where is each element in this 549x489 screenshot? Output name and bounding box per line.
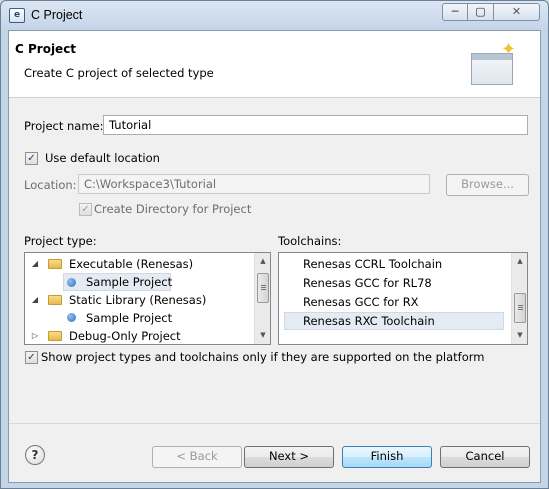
banner-title: C Project: [15, 42, 77, 56]
tree-item-label: Executable (Renesas): [69, 257, 194, 271]
toolchain-label: Renesas RXC Toolchain: [303, 314, 435, 328]
next-button[interactable]: Next >: [244, 446, 334, 468]
toolchain-item[interactable]: Renesas GCC for RL78: [283, 274, 503, 292]
folder-icon: [48, 331, 62, 341]
footer-divider: [9, 423, 540, 424]
eclipse-c-icon: e: [9, 8, 25, 23]
project-item-icon: [67, 278, 76, 287]
show-supported-label: Show project types and toolchains only i…: [41, 350, 485, 364]
tree-item-label: Static Library (Renesas): [69, 293, 207, 307]
location-label: Location:: [24, 178, 77, 192]
toolchain-item[interactable]: Renesas CCRL Toolchain: [283, 255, 503, 273]
tree-item-label: Sample Project: [86, 311, 173, 325]
toolchain-label: Renesas GCC for RX: [303, 295, 419, 309]
minimize-button[interactable]: ─: [442, 3, 468, 21]
scroll-down-arrow[interactable]: ▼: [255, 327, 270, 343]
scroll-up-arrow[interactable]: ▲: [255, 253, 270, 269]
expanded-arrow-icon[interactable]: ◢: [30, 255, 40, 273]
toolchains-list[interactable]: Renesas CCRL Toolchain Renesas GCC for R…: [278, 252, 528, 345]
use-default-location-label: Use default location: [45, 151, 160, 165]
toolchains-scrollbar[interactable]: ▲ ▼: [511, 253, 527, 344]
project-item-icon: [67, 313, 76, 322]
tree-item-static-library[interactable]: ◢ Static Library (Renesas): [25, 291, 255, 309]
toolchain-item-selected[interactable]: Renesas RXC Toolchain: [284, 312, 504, 330]
tree-item-label: Sample Project: [86, 275, 173, 289]
project-type-tree[interactable]: ◢ Executable (Renesas) Sample Project ◢ …: [24, 252, 271, 345]
collapsed-arrow-icon[interactable]: ▷: [30, 327, 40, 344]
finish-button[interactable]: Finish: [342, 446, 432, 468]
location-input[interactable]: C:\Workspace3\Tutorial: [78, 174, 430, 194]
back-button[interactable]: < Back: [152, 446, 242, 468]
toolchain-label: Renesas GCC for RL78: [303, 276, 432, 290]
scroll-thumb[interactable]: [257, 273, 269, 303]
maximize-button[interactable]: ▢: [468, 3, 494, 21]
dialog-body: C Project Create C project of selected t…: [8, 30, 541, 483]
tree-item-sample-project-library[interactable]: Sample Project: [63, 309, 193, 327]
project-name-input[interactable]: Tutorial: [103, 115, 528, 135]
use-default-location-checkbox[interactable]: ✓: [25, 152, 38, 165]
tree-item-sample-project-executable[interactable]: Sample Project: [63, 273, 173, 291]
help-icon[interactable]: ?: [25, 445, 45, 465]
scroll-up-arrow[interactable]: ▲: [512, 253, 527, 269]
create-directory-checkbox[interactable]: ✓: [79, 203, 92, 216]
tree-item-label: Debug-Only Project: [69, 329, 181, 343]
scroll-down-arrow[interactable]: ▼: [512, 327, 527, 343]
expanded-arrow-icon[interactable]: ◢: [30, 291, 40, 309]
toolchain-item[interactable]: Renesas GCC for RX: [283, 293, 503, 311]
new-project-wizard-icon: ✦: [471, 39, 517, 87]
project-type-label: Project type:: [24, 234, 97, 248]
browse-button[interactable]: Browse...: [446, 174, 529, 196]
show-supported-checkbox[interactable]: ✓: [25, 351, 38, 364]
tree-item-executable[interactable]: ◢ Executable (Renesas): [25, 255, 255, 273]
title-bar[interactable]: e C Project ─ ▢ ✕: [1, 1, 548, 30]
project-type-scrollbar[interactable]: ▲ ▼: [254, 253, 270, 344]
folder-icon: [48, 295, 62, 305]
close-button[interactable]: ✕: [494, 3, 540, 21]
cancel-button[interactable]: Cancel: [440, 446, 530, 468]
folder-icon: [48, 259, 62, 269]
toolchains-label: Toolchains:: [278, 234, 342, 248]
toolchain-label: Renesas CCRL Toolchain: [303, 257, 443, 271]
wizard-banner: C Project Create C project of selected t…: [9, 31, 540, 98]
banner-description: Create C project of selected type: [24, 66, 214, 80]
tree-item-debug-only[interactable]: ▷ Debug-Only Project: [25, 327, 255, 344]
window-title: C Project: [31, 8, 83, 22]
create-directory-label: Create Directory for Project: [94, 202, 252, 216]
c-project-dialog: e C Project ─ ▢ ✕ C Project Create C pro…: [0, 0, 549, 489]
scroll-thumb[interactable]: [514, 293, 526, 323]
project-name-label: Project name:: [24, 119, 104, 133]
